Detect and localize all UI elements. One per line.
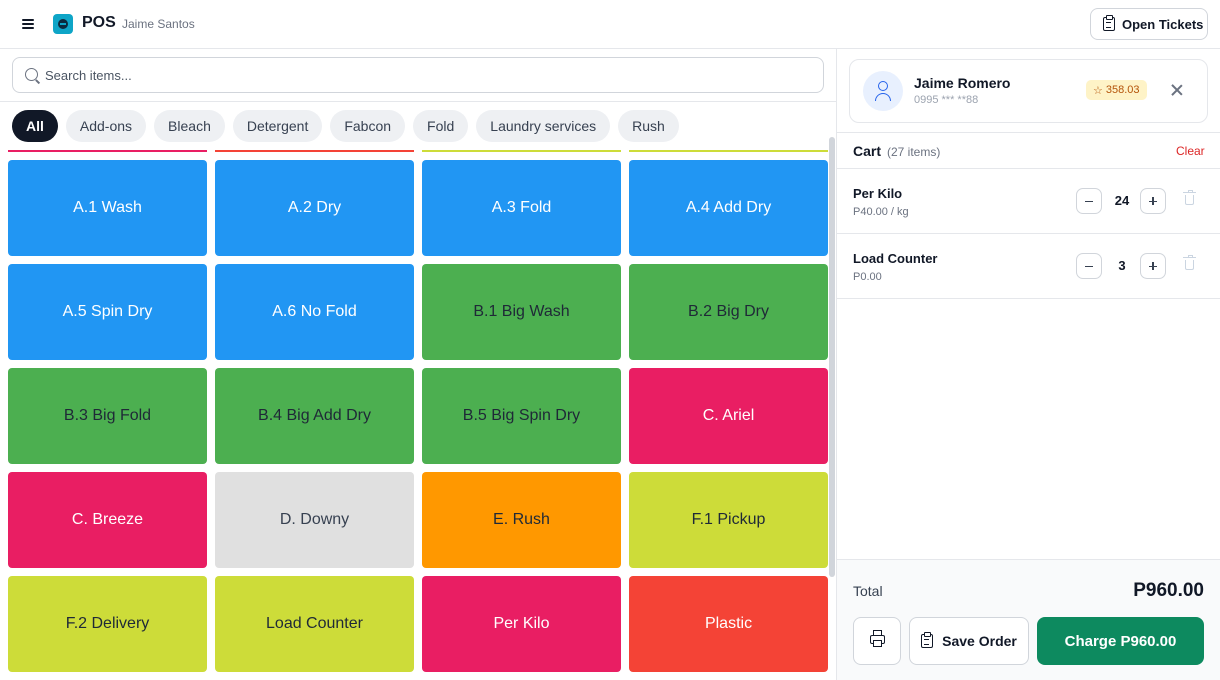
star-icon: ☆ [1093, 84, 1103, 97]
cart-item: Per Kilo P40.00 / kg 24 [837, 169, 1220, 234]
clear-cart-button[interactable]: Clear [1176, 144, 1205, 158]
cart-title: Cart [853, 143, 882, 159]
charge-button[interactable]: Charge P960.00 [1037, 617, 1204, 665]
customer-phone: 0995 *** **88 [914, 94, 979, 106]
remove-customer-close-icon[interactable] [1170, 83, 1184, 97]
item-tile[interactable]: F.1 Pickup [629, 472, 828, 568]
item-tile[interactable]: Per Kilo [422, 576, 621, 672]
clipboard-icon [1103, 15, 1115, 31]
trash-icon[interactable] [1183, 255, 1196, 270]
category-chip[interactable]: Detergent [232, 110, 323, 142]
items-panel: AllAdd-onsBleachDetergentFabconFoldLaund… [0, 49, 836, 680]
increase-quantity-button[interactable] [1140, 188, 1166, 214]
item-tile[interactable]: B.5 Big Spin Dry [422, 368, 621, 464]
item-tile[interactable]: A.6 No Fold [215, 264, 414, 360]
item-tile[interactable]: A.4 Add Dry [629, 160, 828, 256]
items-grid: A.1 Wash A.2 Dry A.3 Fold A.4 Add Dry A.5 Sp… [8, 160, 828, 672]
divider [837, 132, 1220, 133]
item-tile[interactable]: B.3 Big Fold [8, 368, 207, 464]
user-icon [863, 71, 903, 111]
item-tile[interactable]: B.1 Big Wash [422, 264, 621, 360]
category-chip[interactable]: Bleach [154, 110, 225, 142]
item-tile-edge [629, 150, 828, 152]
checkout-footer: Total P960.00 Save Order Charge P960.00 [837, 559, 1220, 680]
item-tile[interactable]: A.1 Wash [8, 160, 207, 256]
cart-item-price: P40.00 / kg [853, 206, 909, 218]
clipboard-icon [921, 632, 934, 648]
printer-icon [870, 630, 885, 647]
total-value: P960.00 [1133, 580, 1204, 601]
trash-icon[interactable] [1183, 190, 1196, 205]
cart-item-name: Load Counter [853, 251, 938, 266]
item-tile[interactable]: A.3 Fold [422, 160, 621, 256]
item-tile[interactable]: A.5 Spin Dry [8, 264, 207, 360]
item-tile[interactable]: E. Rush [422, 472, 621, 568]
cart-item-price: P0.00 [853, 271, 882, 283]
items-scrollbar[interactable] [829, 137, 835, 577]
search-input[interactable] [45, 58, 815, 92]
current-user-name: Jaime Santos [122, 17, 195, 31]
category-chip[interactable]: Fabcon [330, 110, 406, 142]
category-filter-bar: All Add-ons Bleach Detergent Fabcon Fold Laund… [12, 110, 679, 142]
cart-item: Load Counter P0.00 3 [837, 234, 1220, 299]
total-label: Total [853, 583, 883, 599]
item-tile[interactable]: B.2 Big Dry [629, 264, 828, 360]
item-tile[interactable]: A.2 Dry [215, 160, 414, 256]
customer-name: Jaime Romero [914, 75, 1011, 91]
category-chip[interactable]: All [12, 110, 58, 142]
item-tile[interactable]: C. Ariel [629, 368, 828, 464]
previous-row-edge [8, 150, 828, 152]
category-chip[interactable]: Rush [618, 110, 679, 142]
app-header: POS Jaime Santos Open Tickets [0, 0, 1220, 49]
item-tile[interactable]: Load Counter [215, 576, 414, 672]
category-chip[interactable]: Fold [413, 110, 469, 142]
save-order-button[interactable]: Save Order [909, 617, 1029, 665]
category-chip[interactable]: Add-ons [65, 110, 147, 142]
app-title: POS [82, 14, 116, 31]
item-tile-edge [215, 150, 414, 152]
item-tile[interactable]: F.2 Delivery [8, 576, 207, 672]
open-tickets-label: Open Tickets [1122, 16, 1204, 32]
item-tile-edge [8, 150, 207, 152]
hamburger-menu-icon[interactable] [18, 14, 38, 34]
decrease-quantity-button[interactable] [1076, 253, 1102, 279]
divider [0, 101, 836, 102]
customer-card[interactable]: Jaime Romero 0995 *** **88 ☆ 358.03 [849, 59, 1208, 123]
item-tile[interactable]: D. Downy [215, 472, 414, 568]
cart-panel: Jaime Romero 0995 *** **88 ☆ 358.03 Cart… [837, 49, 1220, 680]
open-tickets-button[interactable]: Open Tickets [1090, 8, 1208, 40]
save-order-label: Save Order [942, 633, 1017, 649]
increase-quantity-button[interactable] [1140, 253, 1166, 279]
item-tile[interactable]: B.4 Big Add Dry [215, 368, 414, 464]
cart-item-quantity: 3 [1118, 258, 1126, 273]
cart-item-quantity: 24 [1114, 193, 1130, 208]
print-button[interactable] [853, 617, 901, 665]
decrease-quantity-button[interactable] [1076, 188, 1102, 214]
cart-item-name: Per Kilo [853, 186, 903, 201]
cart-item-count: (27 items) [887, 145, 941, 159]
category-chip[interactable]: Laundry services [476, 110, 611, 142]
loyalty-points-value: 358.03 [1105, 84, 1140, 96]
item-tile-edge [422, 150, 621, 152]
loyalty-points-badge: ☆ 358.03 [1086, 80, 1147, 100]
search-icon [25, 68, 38, 81]
items-grid-scroll[interactable]: A.1 Wash A.2 Dry A.3 Fold A.4 Add Dry A.5 Sp… [0, 150, 836, 680]
app-logo-icon [53, 14, 73, 34]
item-tile[interactable]: C. Breeze [8, 472, 207, 568]
item-tile[interactable]: Plastic [629, 576, 828, 672]
search-box [12, 57, 824, 93]
